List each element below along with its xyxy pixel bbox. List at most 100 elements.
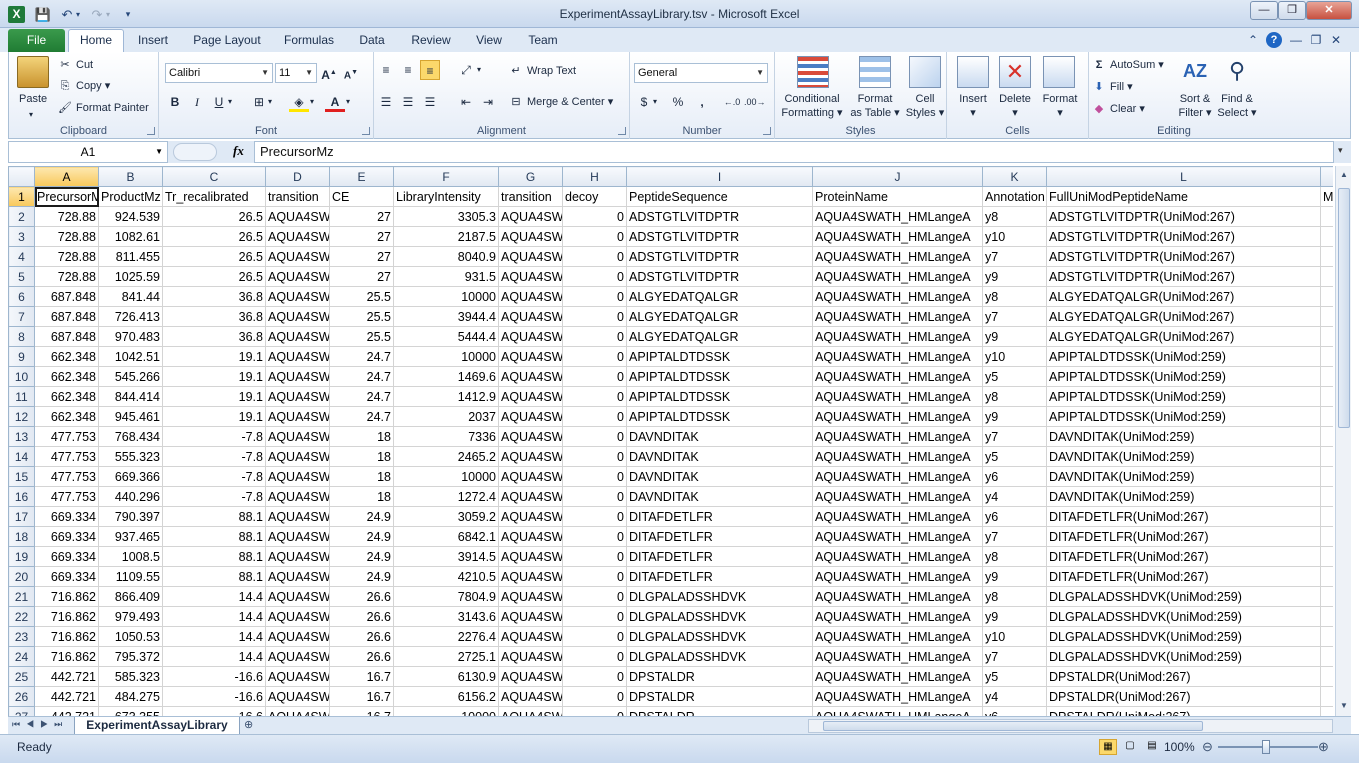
cell[interactable]: AQUA4SWATH_HMLangeA	[812, 226, 983, 247]
cell[interactable]: 1272.4	[393, 486, 499, 507]
cell[interactable]: 728.88	[34, 226, 99, 247]
cell[interactable]: 8040.9	[393, 246, 499, 267]
cell[interactable]: 0	[562, 366, 627, 387]
cell[interactable]: y7	[982, 646, 1047, 667]
row-header[interactable]: 19	[8, 546, 35, 567]
cell[interactable]: ProductMz	[98, 186, 163, 207]
orientation-icon[interactable]: ⤢	[456, 60, 476, 80]
cell[interactable]: 924.539	[98, 206, 163, 227]
cell[interactable]: 26.6	[329, 606, 394, 627]
cell[interactable]: 19.1	[162, 386, 266, 407]
cell[interactable]: 0	[562, 586, 627, 607]
cell[interactable]: 36.8	[162, 306, 266, 327]
cell[interactable]	[1320, 326, 1333, 347]
cell[interactable]: y6	[982, 706, 1047, 716]
cell[interactable]: AQUA4SWATH_HMLangeA	[812, 606, 983, 627]
cell[interactable]: 3944.4	[393, 306, 499, 327]
column-header[interactable]: K	[982, 166, 1047, 187]
row-header[interactable]: 25	[8, 666, 35, 687]
cell[interactable]: AQUA4SW	[265, 706, 330, 716]
cell[interactable]: y10	[982, 346, 1047, 367]
cell[interactable]: AQUA4SW	[498, 246, 563, 267]
cell[interactable]: 26.6	[329, 626, 394, 647]
tab-home[interactable]: Home	[68, 29, 124, 53]
zoom-in-icon[interactable]: ⊕	[1318, 739, 1329, 755]
cell[interactable]: 669.366	[98, 466, 163, 487]
align-middle-icon[interactable]: ≡	[398, 60, 418, 80]
cell[interactable]: 866.409	[98, 586, 163, 607]
font-color-icon[interactable]: A	[325, 92, 345, 112]
cell[interactable]: y8	[982, 586, 1047, 607]
cell[interactable]: 811.455	[98, 246, 163, 267]
find-select-button[interactable]: Find & Select ▾	[1215, 92, 1259, 120]
cell[interactable]: 19.1	[162, 366, 266, 387]
cell[interactable]: 442.721	[34, 666, 99, 687]
column-header[interactable]: H	[562, 166, 627, 187]
cell[interactable]: DPSTALDR(UniMod:267)	[1046, 666, 1321, 687]
cell-styles-icon[interactable]	[909, 56, 941, 88]
cell[interactable]: y9	[982, 606, 1047, 627]
cell[interactable]: ADSTGTLVITDPTR	[626, 226, 813, 247]
cell[interactable]: 937.465	[98, 526, 163, 547]
cell[interactable]: y9	[982, 406, 1047, 427]
cell[interactable]: DITAFDETLFR	[626, 526, 813, 547]
minimize-ribbon-icon[interactable]: ⌃	[1245, 32, 1261, 48]
cell[interactable]: DITAFDETLFR(UniMod:267)	[1046, 526, 1321, 547]
format-as-table-button[interactable]: Format as Table ▾	[847, 92, 903, 120]
cell[interactable]: PrecursorMz	[34, 186, 99, 207]
cell[interactable]: 6842.1	[393, 526, 499, 547]
cell[interactable]: 24.9	[329, 566, 394, 587]
cell[interactable]: AQUA4SW	[265, 626, 330, 647]
cell[interactable]	[1320, 426, 1333, 447]
row-header[interactable]: 24	[8, 646, 35, 667]
cell[interactable]: Mi	[1320, 186, 1333, 207]
cell[interactable]: AQUA4SWATH_HMLangeA	[812, 666, 983, 687]
cell[interactable]: DITAFDETLFR(UniMod:267)	[1046, 506, 1321, 527]
cell[interactable]	[1320, 706, 1333, 716]
cell[interactable]: 19.1	[162, 346, 266, 367]
cell[interactable]	[1320, 306, 1333, 327]
orientation-dropdown-icon[interactable]: ▾	[474, 60, 484, 80]
row-header[interactable]: 8	[8, 326, 35, 347]
cell[interactable]: AQUA4SW	[498, 526, 563, 547]
cell[interactable]: 841.44	[98, 286, 163, 307]
cell[interactable]: 477.753	[34, 466, 99, 487]
clear-button[interactable]: ◆ Clear ▾	[1091, 101, 1145, 117]
font-launcher-icon[interactable]	[362, 127, 370, 135]
cell[interactable]: AQUA4SWATH_HMLangeA	[812, 486, 983, 507]
binoculars-icon[interactable]: ⚲	[1221, 56, 1253, 88]
cell[interactable]: 1469.6	[393, 366, 499, 387]
cell[interactable]: 10000	[393, 466, 499, 487]
format-painter-button[interactable]: 🖌 Format Painter	[57, 100, 149, 116]
cell[interactable]: 36.8	[162, 286, 266, 307]
zoom-slider-thumb[interactable]	[1262, 740, 1270, 754]
cell[interactable]: 10000	[393, 346, 499, 367]
cell[interactable]: AQUA4SW	[265, 286, 330, 307]
cell[interactable]: AQUA4SW	[265, 526, 330, 547]
cell[interactable]: AQUA4SW	[498, 666, 563, 687]
cell[interactable]: DAVNDITAK(UniMod:259)	[1046, 426, 1321, 447]
cell[interactable]: 26.5	[162, 206, 266, 227]
cell[interactable]: AQUA4SW	[265, 646, 330, 667]
align-top-icon[interactable]: ≡	[376, 60, 396, 80]
tab-insert[interactable]: Insert	[128, 32, 178, 52]
cell[interactable]: DLGPALADSSHDVK(UniMod:259)	[1046, 626, 1321, 647]
cell[interactable]: 24.9	[329, 546, 394, 567]
cell[interactable]: 1025.59	[98, 266, 163, 287]
cell[interactable]: APIPTALDTDSSK	[626, 386, 813, 407]
cell[interactable]: 18	[329, 446, 394, 467]
cell[interactable]: 36.8	[162, 326, 266, 347]
cell[interactable]	[1320, 286, 1333, 307]
cell[interactable]: decoy	[562, 186, 627, 207]
cell[interactable]	[1320, 546, 1333, 567]
align-left-icon[interactable]: ☰	[376, 92, 396, 112]
row-header[interactable]: 17	[8, 506, 35, 527]
cell[interactable]: 716.862	[34, 586, 99, 607]
formula-input[interactable]: PrecursorMz	[254, 141, 1334, 163]
autosum-button[interactable]: Σ AutoSum ▾	[1091, 57, 1164, 73]
cell[interactable]: 0	[562, 446, 627, 467]
cell[interactable]: APIPTALDTDSSK	[626, 346, 813, 367]
row-header[interactable]: 6	[8, 286, 35, 307]
cell[interactable]: 669.334	[34, 526, 99, 547]
cell[interactable]: 0	[562, 686, 627, 707]
